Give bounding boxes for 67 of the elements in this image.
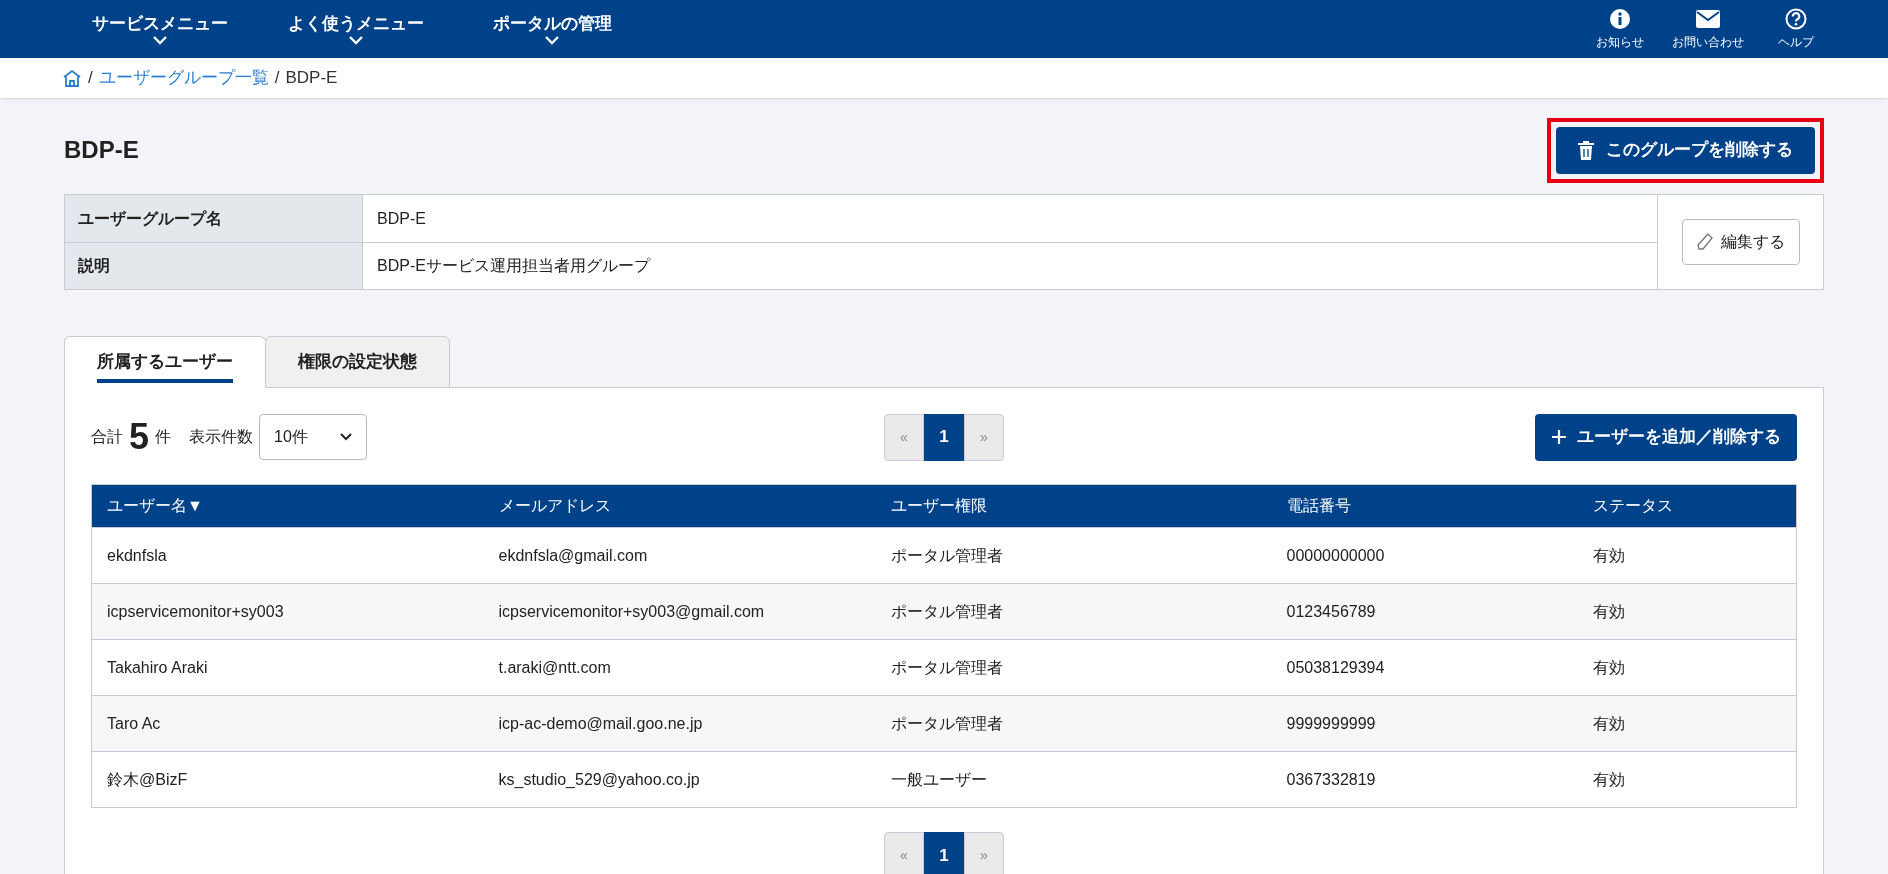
table-cell: 有効 [1592,546,1625,564]
chevron-down-icon [340,433,353,441]
field-value: BDP-Eサービス運用担当者用グループ [376,256,652,276]
breadcrumb-current: BDP-E [285,67,338,90]
utility-link[interactable]: ヘルプ [1766,7,1826,51]
utility-link[interactable]: お知らせ [1590,7,1650,51]
table-cell: ポータル管理者 [890,602,1003,620]
column-header[interactable]: ステータス [1592,497,1673,514]
table-cell: 0367332819 [1286,770,1376,788]
page-title: BDP-E [64,135,139,165]
chevron-down-icon [348,34,364,45]
field-label: ユーザーグループ名 [65,195,363,242]
table-cell: icp-ac-demo@mail.goo.ne.jp [498,714,703,732]
table-cell: 有効 [1592,602,1625,620]
table-cell: Takahiro Araki [107,658,208,676]
total-count: 5 [129,419,150,455]
page-size-select[interactable]: 10件 [259,414,368,460]
chevron-down-icon [152,34,168,45]
table-cell: ekdnfsla [107,546,167,564]
table-cell: t.araki@ntt.com [498,658,611,676]
envelope-icon [1696,9,1720,28]
table-cell: ks_studio_529@yahoo.co.jp [498,770,700,788]
table-cell: 0123456789 [1286,602,1376,620]
table-cell: 一般ユーザー [890,770,987,788]
add-remove-users-button[interactable]: ユーザーを追加／削除する [1535,413,1797,461]
field-value: BDP-E [376,208,427,229]
plus-icon [1551,429,1567,445]
utility-link[interactable]: お問い合わせ [1672,7,1744,51]
page-button[interactable]: 1 [924,832,964,874]
table-cell: 有効 [1592,770,1625,788]
column-header[interactable]: 電話番号 [1286,497,1351,514]
table-cell: 有効 [1592,658,1625,676]
chevron-down-icon [544,34,560,45]
table-cell: ekdnfsla@gmail.com [498,546,648,564]
edit-button[interactable]: 編集する [1681,219,1800,265]
table-cell: 鈴木@BizF [107,770,188,788]
table-cell: Taro Ac [107,714,161,732]
home-icon[interactable] [62,69,82,87]
breadcrumb-link[interactable]: ユーザーグループ一覧 [98,65,269,91]
field-label: 説明 [65,243,363,289]
breadcrumb-separator: / [274,67,280,90]
column-header[interactable]: メールアドレス [498,497,611,514]
table-cell: ポータル管理者 [890,546,1003,564]
table-cell: 05038129394 [1286,658,1385,676]
trash-icon [1578,140,1594,160]
table-cell: 9999999999 [1286,714,1376,732]
table-cell: ポータル管理者 [890,658,1003,676]
table-cell: 00000000000 [1286,546,1385,564]
delete-group-button[interactable]: このグループを削除する [1556,126,1815,174]
page-button[interactable]: 1 [924,413,964,461]
page-size-label: 表示件数 [189,427,254,447]
help-icon [1785,7,1807,30]
breadcrumb-separator: / [88,67,93,90]
column-header[interactable]: ユーザー権限 [890,497,987,514]
table-cell: icpservicemonitor+sy003@gmail.com [498,602,765,620]
nav-menu[interactable]: サービスメニュー [62,0,258,58]
tab[interactable]: 権限の設定状態 [265,336,450,388]
column-header[interactable]: ユーザー名▼ [107,497,203,514]
info-icon [1609,7,1631,30]
total-unit: 件 [155,427,172,447]
table-cell: 有効 [1592,714,1625,732]
total-label: 合計 [91,427,123,447]
nav-menu[interactable]: よく使うメニュー [258,0,454,58]
table-cell: ポータル管理者 [890,714,1003,732]
nav-menu[interactable]: ポータルの管理 [454,0,650,58]
table-cell: icpservicemonitor+sy003 [107,602,284,620]
tab[interactable]: 所属するユーザー [64,336,266,388]
